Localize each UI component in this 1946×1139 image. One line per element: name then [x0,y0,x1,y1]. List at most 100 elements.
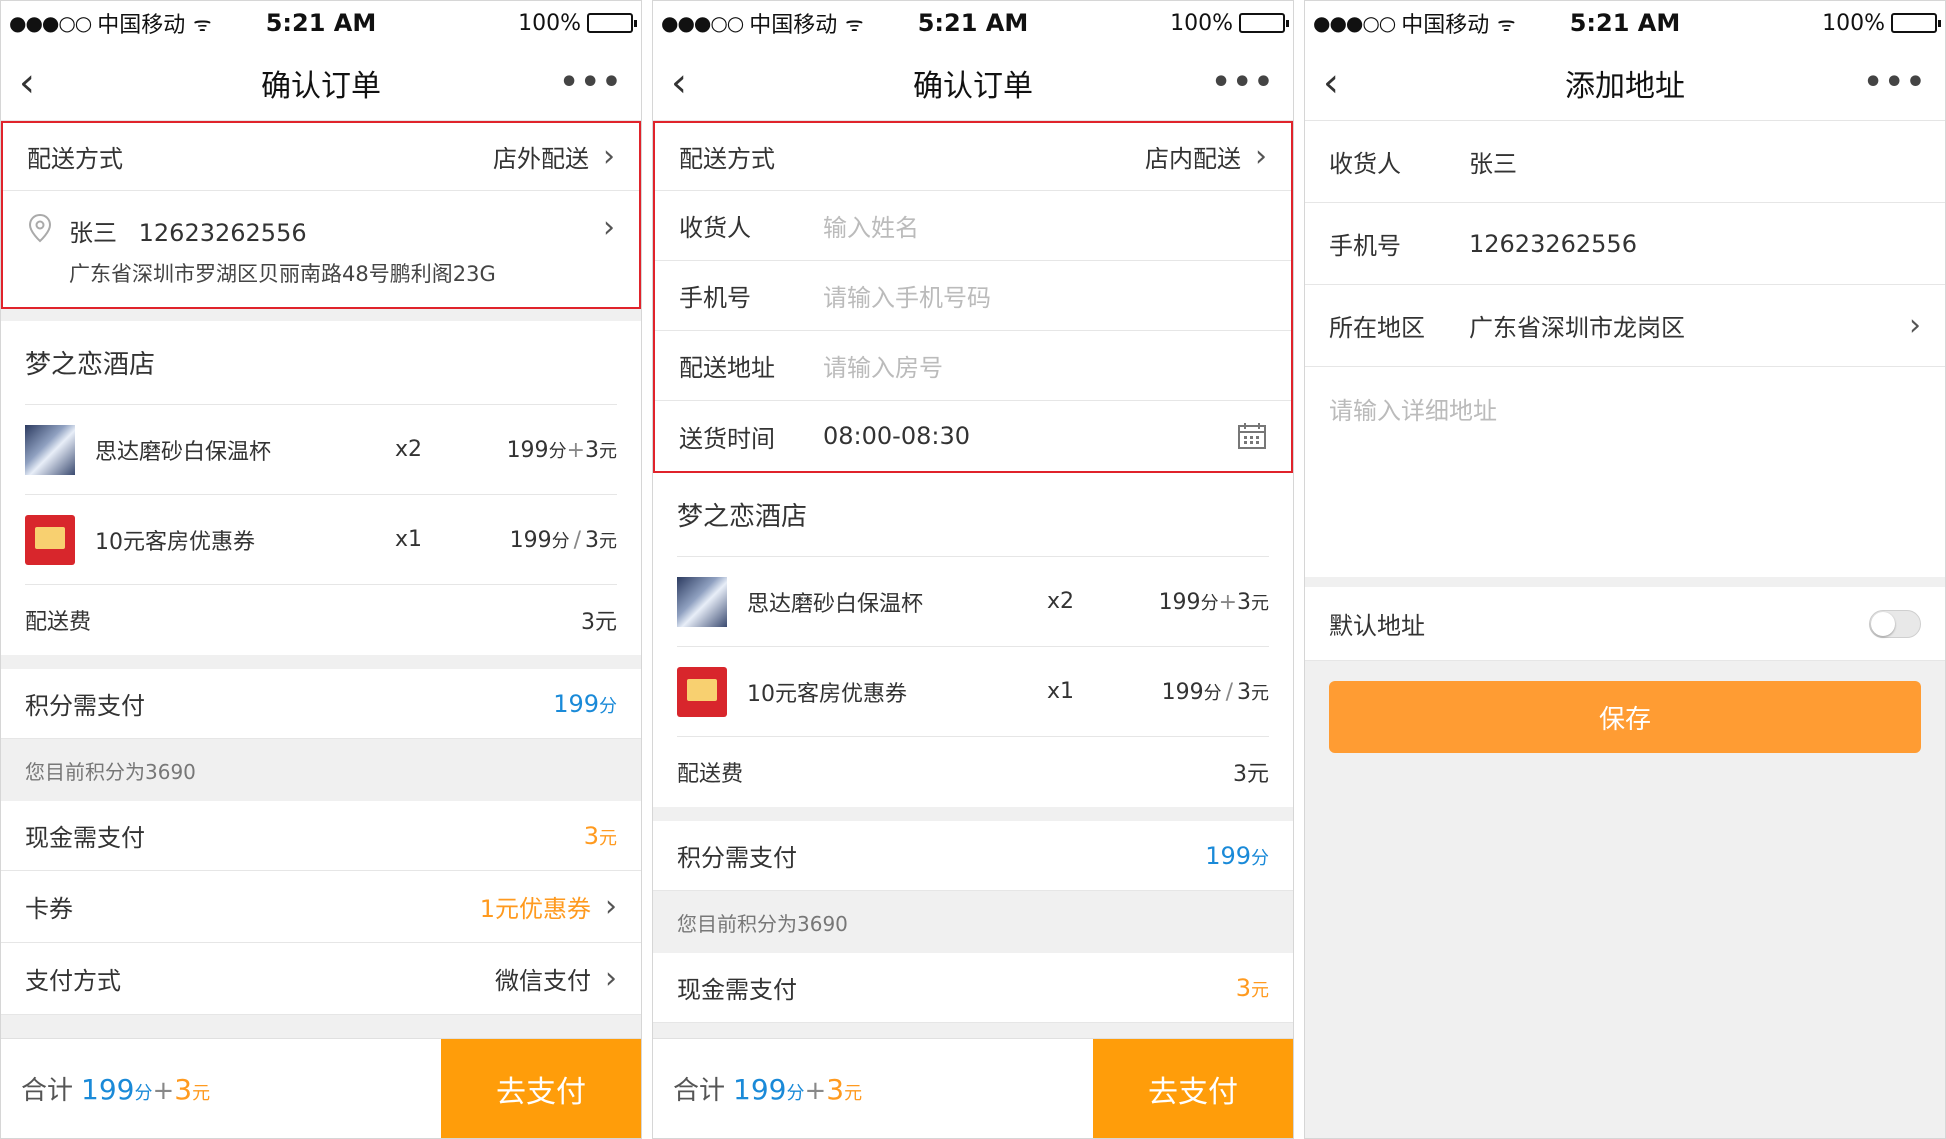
phone-row: 手机号 12623262556 [1305,203,1945,285]
signal-icon: ●●●○○ [661,11,744,35]
status-bar: ●●●○○ 中国移动 ᯤ 5:21 AM 100% [1305,1,1945,45]
shop-section: 梦之恋酒店 思达磨砂白保温杯 x2 199分+3元 10元客房优惠券 x1 19… [1,321,641,655]
contact-address-row[interactable]: 张三 12623262556 广东省深圳市罗湖区贝丽南路48号鹏利阁23G › [3,191,639,307]
phone-label: 手机号 [1329,232,1401,260]
location-pin-icon [28,213,52,243]
nav-bar: ‹ 确认订单 ••• [653,45,1293,121]
shop-name: 梦之恋酒店 [677,473,1269,557]
delivery-time-row[interactable]: 送货时间 08:00-08:30 [655,401,1291,471]
delivery-form-section: 配送方式 店内配送 › 收货人 输入姓名 手机号 请输入手机号码 配送地址 请输… [653,121,1293,473]
battery-percent: 100% [1170,10,1233,36]
page-title: 添加地址 [1565,68,1685,104]
delivery-section: 配送方式 店外配送 › 张三 12623262556 广东省深圳市罗湖区贝丽南路… [1,121,641,309]
coupon-row[interactable]: 卡券 1元优惠券 › [1,871,641,943]
points-payment-value: 199分 [1205,841,1269,870]
receiver-label: 收货人 [1329,150,1401,178]
phone-input[interactable]: 12623262556 [1469,230,1637,258]
item-price: 199分/3元 [1161,679,1269,705]
region-row[interactable]: 所在地区 广东省深圳市龙岗区 › [1305,285,1945,367]
delivery-method-value: 店内配送 [1145,145,1241,173]
receiver-label: 收货人 [679,214,751,242]
delivery-fee-value: 3元 [1233,762,1269,787]
battery-percent: 100% [1822,10,1885,36]
total-label: 合计 [21,1076,74,1106]
list-item[interactable]: 思达磨砂白保温杯 x2 199分+3元 [25,405,617,495]
item-quantity: x2 [395,437,423,462]
delivery-fee-label: 配送费 [25,610,92,635]
phone-row: 手机号 请输入手机号码 [655,261,1291,331]
contact-address: 广东省深圳市罗湖区贝丽南路48号鹏利阁23G [69,262,496,286]
checkout-bar: 合计 199分+3元 去支付 [653,1038,1293,1138]
screen-add-address: ●●●○○ 中国移动 ᯤ 5:21 AM 100% ‹ 添加地址 ••• 收货人… [1304,0,1946,1139]
coupon-label: 卡券 [25,895,73,923]
battery-icon [1239,13,1289,33]
points-payment-row: 积分需支付 199分 [653,821,1293,891]
payment-method-row[interactable]: 支付方式 微信支付 › [1,943,641,1015]
screen-confirm-order-inside: ●●●○○ 中国移动 ᯤ 5:21 AM 100% ‹ 确认订单 ••• 配送方… [652,0,1294,1139]
battery-icon [587,13,637,33]
default-address-toggle[interactable] [1869,609,1921,638]
room-address-row: 配送地址 请输入房号 [655,331,1291,401]
contact-name: 张三 [69,219,117,247]
points-payment-label: 积分需支付 [677,844,797,872]
region-value: 广东省深圳市龙岗区 [1469,314,1685,342]
receiver-row: 收货人 输入姓名 [655,191,1291,261]
points-payment-label: 积分需支付 [25,692,145,720]
points-balance-note: 您目前积分为3690 [653,891,1293,953]
delivery-method-row[interactable]: 配送方式 店内配送 › [655,123,1291,191]
phone-input[interactable]: 请输入手机号码 [823,278,991,313]
order-total: 合计 199分+3元 [653,1070,862,1107]
list-item[interactable]: 10元客房优惠券 x1 199分/3元 [25,495,617,585]
receiver-input[interactable]: 张三 [1469,144,1517,179]
nav-bar: ‹ 确认订单 ••• [1,45,641,121]
cash-payment-value: 3元 [1235,973,1269,1002]
receiver-input[interactable]: 输入姓名 [823,208,919,243]
wifi-icon: ᯤ [193,11,212,36]
battery-icon [1891,13,1941,33]
status-bar: ●●●○○ 中国移动 ᯤ 5:21 AM 100% [1,1,641,45]
delivery-method-label: 配送方式 [27,145,123,173]
item-quantity: x1 [395,527,423,552]
delivery-method-row[interactable]: 配送方式 店外配送 › [3,123,639,191]
item-name: 10元客房优惠券 [747,681,907,707]
more-options-icon[interactable]: ••• [1863,65,1927,100]
pay-button[interactable]: 去支付 [441,1039,641,1138]
cash-payment-value: 3元 [583,821,617,850]
battery-indicator: 100% [1822,10,1941,36]
item-quantity: x2 [1047,589,1075,614]
phone-label: 手机号 [679,284,751,312]
back-arrow-icon[interactable]: ‹ [1323,63,1363,103]
chevron-right-icon: › [603,210,615,245]
list-item[interactable]: 10元客房优惠券 x1 199分/3元 [677,647,1269,737]
carrier-label: 中国移动 [97,13,186,38]
address-detail-input[interactable]: 请输入详细地址 [1329,397,1497,425]
wifi-icon: ᯤ [845,11,864,36]
calendar-icon[interactable] [1237,422,1267,450]
default-address-row: 默认地址 [1305,587,1945,661]
pay-button[interactable]: 去支付 [1093,1039,1293,1138]
back-arrow-icon[interactable]: ‹ [671,63,711,103]
signal-icon: ●●●○○ [1313,11,1396,35]
shop-name: 梦之恋酒店 [25,321,617,405]
address-detail-field[interactable]: 请输入详细地址 [1305,367,1945,577]
list-item[interactable]: 思达磨砂白保温杯 x2 199分+3元 [677,557,1269,647]
back-arrow-icon[interactable]: ‹ [19,63,59,103]
item-price: 199分+3元 [506,437,617,463]
save-button[interactable]: 保存 [1329,681,1921,753]
delivery-time-label: 送货时间 [679,424,775,453]
battery-indicator: 100% [1170,10,1289,36]
room-number-input[interactable]: 请输入房号 [823,348,943,383]
carrier-label: 中国移动 [749,13,838,38]
chevron-right-icon: › [605,960,617,996]
more-options-icon[interactable]: ••• [559,65,623,100]
delivery-method-value: 店外配送 [493,145,589,173]
more-options-icon[interactable]: ••• [1211,65,1275,100]
item-price: 199分/3元 [509,527,617,553]
item-name: 思达磨砂白保温杯 [747,591,924,617]
points-balance-note: 您目前积分为3690 [1,739,641,801]
points-payment-value: 199分 [553,689,617,718]
checkout-bar: 合计 199分+3元 去支付 [1,1038,641,1138]
delivery-method-label: 配送方式 [679,145,775,173]
signal-icon: ●●●○○ [9,11,92,35]
chevron-right-icon: › [1255,138,1267,174]
